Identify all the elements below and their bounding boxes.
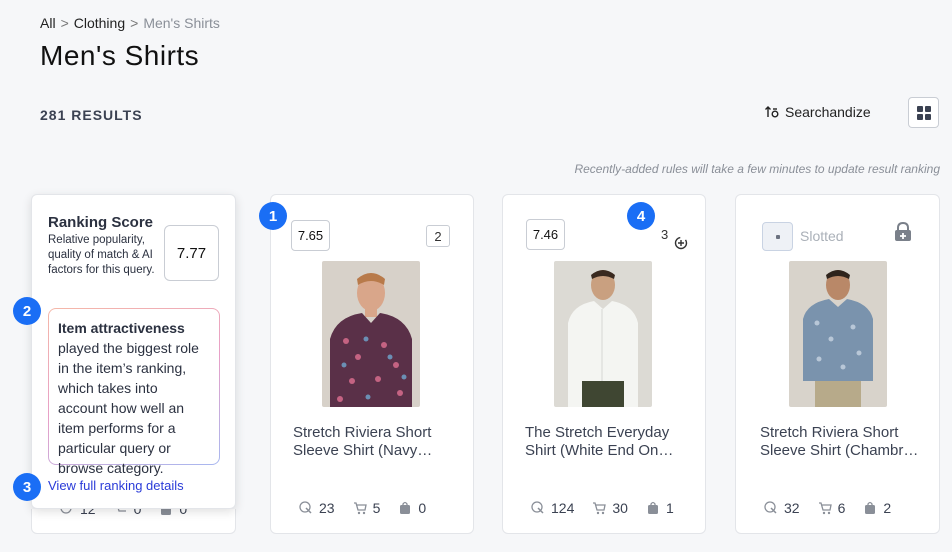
ranking-score-button[interactable]: 7.65 xyxy=(291,220,330,251)
ranking-score-value: 7.77 xyxy=(164,225,219,281)
cart-icon xyxy=(818,502,832,515)
cart-icon xyxy=(353,502,367,515)
breadcrumb-separator: > xyxy=(60,15,69,31)
callout-badge-2: 2 xyxy=(13,297,41,325)
carts-count: 0 xyxy=(133,509,142,517)
breadcrumb-current: Men's Shirts xyxy=(143,15,220,31)
carts-count: 5 xyxy=(372,500,381,516)
product-title-line-1: Stretch Riviera Short xyxy=(760,424,899,441)
click-icon xyxy=(299,501,312,514)
clicks-count: 124 xyxy=(551,500,575,516)
ranking-score-popover: Ranking Score Relative popularity, quali… xyxy=(31,194,236,509)
searchandize-button[interactable]: Searchandize xyxy=(764,104,871,120)
product-title-line-1: Stretch Riviera Short xyxy=(293,424,432,441)
attractiveness-heading: Item attractiveness xyxy=(58,320,185,336)
product-stats: 23 5 0 xyxy=(299,500,426,516)
product-card[interactable]: 7.46 3 The Stretch Everyday Shirt (White … xyxy=(502,194,706,534)
product-title-line-2: Sleeve Shirt (Navy… xyxy=(293,442,433,459)
grid-view-button[interactable] xyxy=(908,97,939,128)
clicks-count: 12 xyxy=(80,509,96,517)
bag-icon xyxy=(161,509,172,515)
cart-icon xyxy=(117,509,126,512)
breadcrumb-separator: > xyxy=(130,15,139,31)
product-stats: 32 6 2 xyxy=(764,500,891,516)
carts-count: 30 xyxy=(612,500,628,516)
results-count: 281 RESULTS xyxy=(40,107,143,123)
callout-badge-4: 4 xyxy=(627,202,655,230)
hidden-card-stats: 12 0 0 xyxy=(31,509,236,534)
position-number: 2 xyxy=(426,225,450,247)
breadcrumb: All > Clothing > Men's Shirts xyxy=(40,15,220,31)
bag-icon xyxy=(400,501,411,514)
product-title-line-2: Sleeve Shirt (Chambr… xyxy=(760,442,919,459)
purchases-count: 1 xyxy=(665,500,674,516)
page-title: Men's Shirts xyxy=(40,40,200,71)
grid-icon xyxy=(916,105,931,120)
purchases-count: 2 xyxy=(883,500,892,516)
cart-icon xyxy=(593,502,607,515)
product-stats: 124 30 1 xyxy=(531,500,674,516)
product-image xyxy=(789,261,887,407)
ranking-score-button[interactable]: 7.46 xyxy=(526,219,565,250)
slot-checkbox[interactable] xyxy=(762,222,793,251)
ranking-score-description: Relative popularity, quality of match & … xyxy=(48,234,155,276)
attractiveness-text: played the biggest role in the item’s ra… xyxy=(58,340,199,476)
callout-badge-3: 3 xyxy=(13,473,41,501)
sort-arrows-icon xyxy=(765,106,779,118)
product-image xyxy=(554,261,652,407)
position-number: 3 xyxy=(661,227,669,242)
carts-count: 6 xyxy=(837,500,846,516)
breadcrumb-clothing[interactable]: Clothing xyxy=(74,15,125,31)
callout-badge-1: 1 xyxy=(259,202,287,230)
position-change-icon xyxy=(674,236,688,250)
product-image xyxy=(322,261,420,407)
click-icon xyxy=(60,509,72,514)
searchandize-label: Searchandize xyxy=(785,104,871,120)
slotted-label: Slotted xyxy=(800,228,844,244)
click-icon xyxy=(531,501,544,514)
product-title-line-2: Shirt (White End On… xyxy=(525,442,674,459)
clicks-count: 32 xyxy=(784,500,800,516)
purchases-count: 0 xyxy=(179,509,188,517)
product-card[interactable]: 7.65 2 Stretch Riviera Short Sleeve Shirt… xyxy=(270,194,474,534)
product-card[interactable]: Slotted Stretch Riviera Short Sleeve Shir… xyxy=(735,194,940,534)
ranking-score-title: Ranking Score xyxy=(48,214,154,231)
breadcrumb-all[interactable]: All xyxy=(40,15,56,31)
product-title[interactable]: Stretch Riviera Short Sleeve Shirt (Navy… xyxy=(293,424,455,460)
clicks-count: 23 xyxy=(319,500,335,516)
click-icon xyxy=(764,501,777,514)
purchases-count: 0 xyxy=(418,500,427,516)
product-title[interactable]: The Stretch Everyday Shirt (White End On… xyxy=(525,424,687,460)
product-title-line-1: The Stretch Everyday xyxy=(525,424,670,441)
view-ranking-details-link[interactable]: View full ranking details xyxy=(48,478,184,493)
item-attractiveness-box: Item attractiveness played the biggest r… xyxy=(48,308,220,476)
product-title[interactable]: Stretch Riviera Short Sleeve Shirt (Chamb… xyxy=(760,424,922,460)
bag-icon xyxy=(865,501,876,514)
ranking-update-note: Recently-added rules will take a few min… xyxy=(574,162,940,176)
lock-icon[interactable] xyxy=(894,222,912,242)
bag-icon xyxy=(647,501,658,514)
